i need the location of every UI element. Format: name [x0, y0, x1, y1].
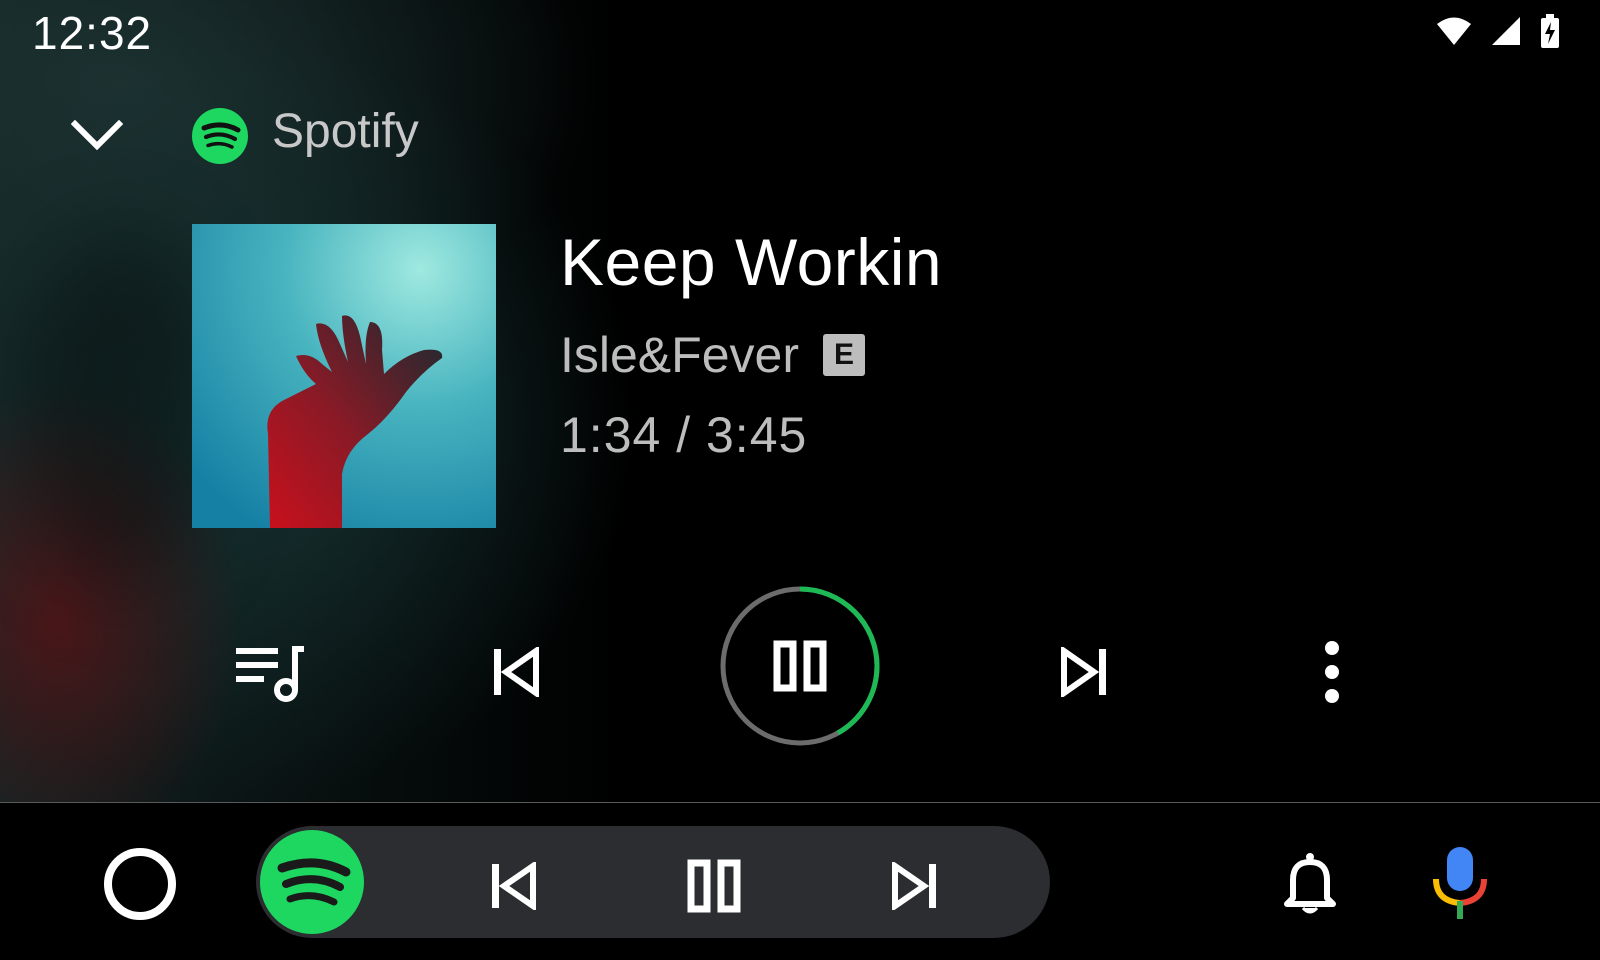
collapse-button[interactable]: [62, 108, 132, 164]
pause-icon: [687, 859, 741, 913]
play-pause-button[interactable]: [716, 582, 884, 750]
battery-charging-icon: [1540, 14, 1560, 53]
artist-name: Isle&Fever: [560, 327, 799, 383]
status-icons: [1436, 14, 1560, 53]
android-auto-media-screen: 12:32 Spotify Keep Workin Isle&Fever E 1…: [0, 0, 1600, 960]
more-options-button[interactable]: [1284, 624, 1380, 720]
queue-button[interactable]: [222, 624, 318, 720]
cellular-signal-icon: [1490, 15, 1522, 52]
spotify-logo-icon: [192, 108, 248, 164]
previous-button[interactable]: [468, 624, 564, 720]
pause-icon: [773, 640, 827, 692]
skip-next-icon: [1061, 647, 1106, 697]
more-vertical-icon: [1325, 641, 1339, 703]
media-app-button[interactable]: [260, 830, 364, 934]
assistant-button[interactable]: [1420, 838, 1500, 928]
microphone-icon: [1433, 847, 1487, 919]
wifi-icon: [1436, 16, 1472, 51]
bell-icon: [1284, 853, 1336, 914]
app-name: Spotify: [272, 105, 419, 158]
spotify-logo-icon: [260, 830, 364, 934]
status-time: 12:32: [32, 7, 153, 59]
artist-row: Isle&Fever E: [560, 326, 865, 384]
bottom-pause-button[interactable]: [674, 846, 754, 926]
track-title: Keep Workin: [560, 225, 943, 299]
home-circle-icon: [104, 848, 176, 920]
album-art: [192, 224, 496, 528]
notifications-button[interactable]: [1270, 844, 1350, 924]
chevron-down-icon: [71, 120, 123, 151]
home-button[interactable]: [96, 840, 184, 928]
background-shadow: [20, 230, 220, 590]
skip-previous-icon: [494, 647, 539, 697]
bottom-next-button[interactable]: [874, 846, 954, 926]
skip-previous-icon: [492, 862, 536, 910]
explicit-badge: E: [822, 334, 865, 376]
skip-next-icon: [892, 862, 936, 910]
queue-music-icon: [236, 646, 304, 702]
track-time: 1:34 / 3:45: [560, 407, 808, 463]
next-button[interactable]: [1036, 624, 1132, 720]
bottom-previous-button[interactable]: [474, 846, 554, 926]
